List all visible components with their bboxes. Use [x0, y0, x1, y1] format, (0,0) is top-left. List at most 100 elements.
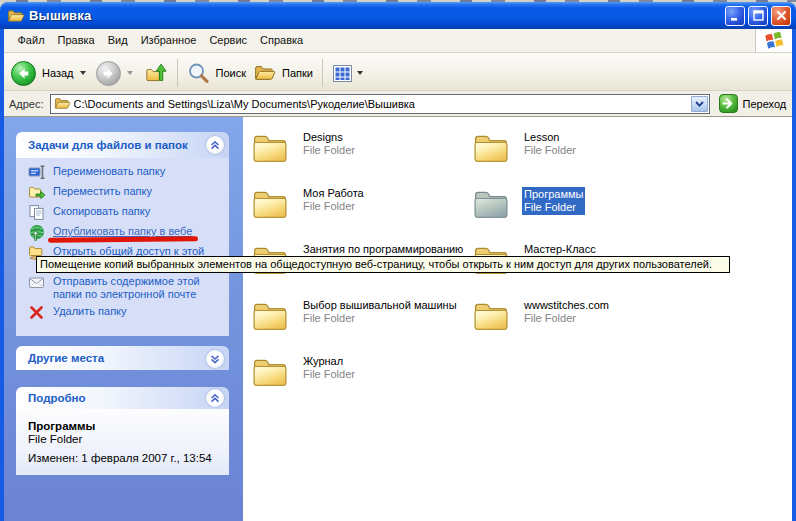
go-label: Переход	[743, 98, 787, 110]
forward-button[interactable]	[96, 61, 133, 86]
folder-type: File Folder	[524, 144, 576, 157]
up-button[interactable]	[141, 57, 172, 89]
email-icon	[28, 274, 46, 291]
back-label: Назад	[42, 67, 74, 79]
task-item-3[interactable]: Скопировать папку	[28, 204, 223, 221]
screen: Вышивка ФайлПравкаВидИзбранноеСервисСпра…	[0, 0, 796, 521]
collapse-chevron-button[interactable]	[206, 136, 224, 154]
menu-item-2[interactable]: Правка	[51, 30, 101, 51]
chevron-up-double-icon	[209, 392, 221, 404]
menu-item-3[interactable]: Вид	[101, 30, 134, 51]
window-title: Вышивка	[29, 8, 91, 24]
search-icon	[187, 62, 210, 85]
folder-type: File Folder	[524, 312, 609, 325]
address-text: C:\Documents and Settings\Liza\My Docume…	[74, 98, 415, 110]
file-tasks-header[interactable]: Задачи для файлов и папок	[16, 132, 229, 158]
folder-name: Журнал	[303, 355, 355, 368]
publish-web-icon	[28, 224, 46, 241]
rename-folder-icon	[28, 164, 46, 181]
folder-tile-text: Выбор вышивальной машиныFile Folder	[303, 299, 457, 325]
window-folder-icon	[7, 8, 25, 24]
folders-label: Папки	[282, 67, 313, 79]
maximize-icon	[752, 9, 765, 22]
folder-tile-text: Моя РаботаFile Folder	[303, 187, 364, 213]
folder-name: Моя Работа	[303, 187, 364, 200]
search-label: Поиск	[216, 67, 246, 79]
folder-type: File Folder	[524, 201, 583, 214]
menu-item-4[interactable]: Избранное	[134, 30, 203, 51]
task-item-7[interactable]: Удалить папку	[28, 304, 223, 321]
go-button[interactable]: Переход	[719, 94, 787, 113]
task-item-2[interactable]: Переместить папку	[28, 184, 223, 201]
maximize-button[interactable]	[748, 6, 768, 26]
folder-tile-text: wwwstitches.comFile Folder	[524, 299, 609, 325]
task-item-1[interactable]: Переименовать папку	[28, 164, 223, 181]
folder-tile-text: ПрограммыFile Folder	[522, 187, 585, 215]
folder-name: Программы	[524, 188, 583, 201]
task-item-label: Отправить содержимое этой папки по элект…	[53, 274, 216, 301]
other-places-header[interactable]: Другие места	[16, 346, 229, 370]
minimize-button[interactable]	[725, 6, 745, 26]
menubar-logo-box	[755, 29, 792, 52]
folder-tile-Выбор вышивальной машины[interactable]: Выбор вышивальной машиныFile Folder	[250, 296, 460, 340]
up-folder-icon	[145, 62, 168, 85]
minimize-icon	[729, 9, 742, 22]
folder-tile-Моя Работа[interactable]: Моя РаботаFile Folder	[250, 184, 460, 228]
toolbar-separator	[177, 59, 178, 87]
folder-icon	[471, 296, 511, 334]
address-label: Адрес:	[9, 98, 44, 110]
folder-name: Lesson	[524, 131, 576, 144]
folder-icon	[250, 184, 290, 222]
folder-selected-icon	[471, 184, 511, 222]
move-folder-icon	[28, 184, 46, 201]
close-button[interactable]	[771, 6, 791, 26]
address-bar: Адрес: C:\Documents and Settings\Liza\My…	[4, 91, 792, 117]
tooltip: Помещение копий выбранных элементов на о…	[36, 256, 730, 273]
forward-dropdown-caret	[127, 71, 133, 75]
expand-chevron-button[interactable]	[206, 350, 224, 368]
folder-tile-wwwstitches.com[interactable]: wwwstitches.comFile Folder	[471, 296, 681, 340]
title-bar: Вышивка	[0, 2, 796, 29]
chevron-down-double-icon	[209, 353, 221, 365]
details-collapse-chevron-button[interactable]	[206, 389, 224, 407]
details-header[interactable]: Подробно	[16, 387, 229, 409]
back-icon	[11, 61, 36, 86]
search-button[interactable]: Поиск	[183, 57, 250, 89]
close-icon	[775, 9, 788, 22]
details-title: Подробно	[28, 392, 86, 404]
details-panel: Подробно Программы File Folder Изменен: …	[16, 387, 229, 475]
window-controls	[725, 6, 791, 26]
views-button[interactable]	[328, 57, 367, 89]
task-item-label: Скопировать папку	[53, 204, 150, 221]
details-body: Программы File Folder Изменен: 1 февраля…	[16, 409, 229, 475]
menu-item-6[interactable]: Справка	[254, 30, 310, 51]
menu-item-5[interactable]: Сервис	[203, 30, 254, 51]
toolbar: Назад	[4, 53, 792, 91]
folder-tile-Программы[interactable]: ПрограммыFile Folder	[471, 184, 681, 228]
file-tasks-panel: Задачи для файлов и папок Переименовать …	[16, 132, 229, 336]
folder-name: Designs	[303, 131, 355, 144]
folder-tile-Lesson[interactable]: LessonFile Folder	[471, 128, 681, 172]
file-tasks-body: Переименовать папку Переместить папку Скоп…	[16, 158, 229, 336]
folder-tile-Designs[interactable]: DesignsFile Folder	[250, 128, 460, 172]
views-icon	[332, 63, 353, 84]
folder-name: wwwstitches.com	[524, 299, 609, 312]
address-folder-icon	[54, 96, 71, 111]
details-item-name: Программы	[28, 420, 217, 433]
folder-content-area[interactable]: DesignsFile FolderLessonFile FolderМоя Р…	[243, 117, 792, 521]
folder-tile-Журнал[interactable]: ЖурналFile Folder	[250, 352, 460, 396]
back-dropdown-caret[interactable]	[80, 71, 86, 75]
menu-item-1[interactable]: Файл	[11, 30, 51, 51]
folders-button[interactable]: Папки	[250, 57, 317, 89]
task-item-6[interactable]: Отправить содержимое этой папки по элект…	[28, 274, 223, 301]
windows-logo-icon	[763, 29, 786, 52]
folders-icon	[254, 63, 276, 83]
views-dropdown-caret[interactable]	[357, 71, 363, 75]
folder-icon	[471, 128, 511, 166]
file-tasks-title: Задачи для файлов и папок	[28, 139, 188, 151]
other-places-panel: Другие места	[16, 346, 229, 370]
back-button[interactable]: Назад	[4, 61, 86, 86]
address-input[interactable]: C:\Documents and Settings\Liza\My Docume…	[50, 94, 710, 114]
folder-name: Выбор вышивальной машины	[303, 299, 457, 312]
address-dropdown-button[interactable]	[691, 96, 708, 112]
